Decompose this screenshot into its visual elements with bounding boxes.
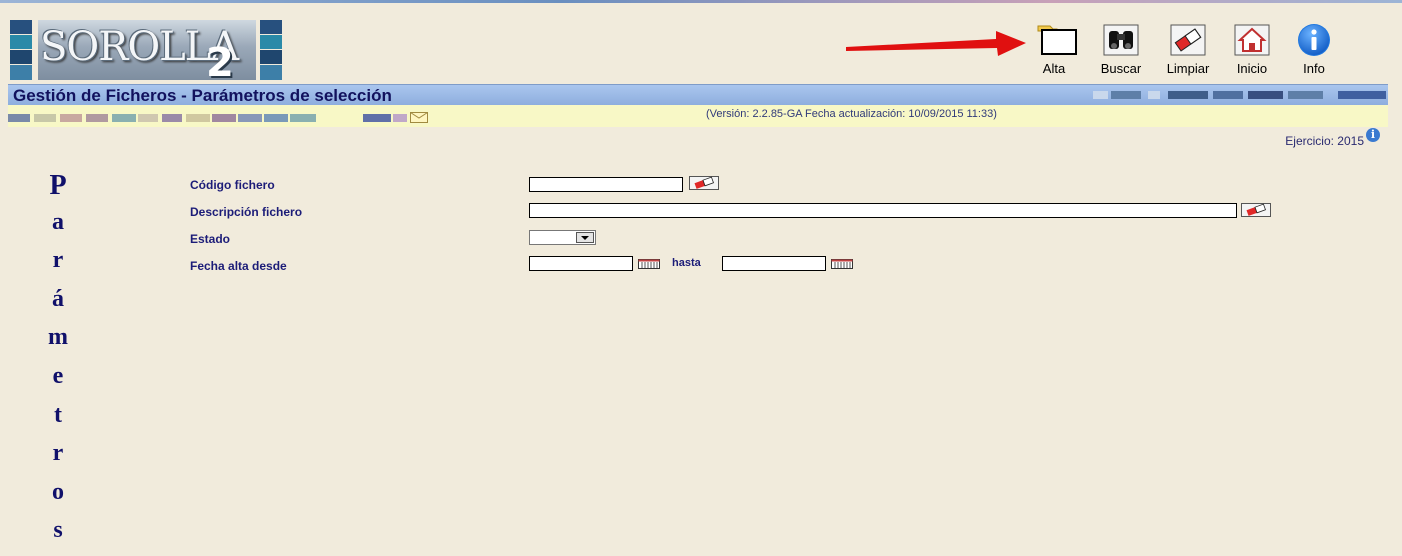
vertical-title: P a r á m e t r o s xyxy=(48,170,68,544)
limpiar-button[interactable]: Limpiar xyxy=(1158,22,1218,76)
binoculars-icon xyxy=(1101,22,1141,58)
info-bar: (Versión: 2.2.85-GA Fecha actualización:… xyxy=(8,105,1388,127)
info-button[interactable]: Info xyxy=(1284,22,1344,76)
page-title: Gestión de Ficheros - Parámetros de sele… xyxy=(13,86,392,105)
estado-select[interactable] xyxy=(529,230,596,245)
fecha-alta-desde-label: Fecha alta desde xyxy=(190,259,287,273)
chevron-down-icon[interactable] xyxy=(576,232,594,243)
hasta-label: hasta xyxy=(672,257,701,269)
clear-codigo-eraser-icon[interactable] xyxy=(689,176,719,190)
logo-number: 2 xyxy=(206,40,234,86)
codigo-fichero-label: Código fichero xyxy=(190,178,275,192)
alta-button[interactable]: Alta xyxy=(1024,22,1084,76)
fecha-desde-input[interactable] xyxy=(529,256,633,271)
descripcion-fichero-label: Descripción fichero xyxy=(190,205,303,219)
info-icon xyxy=(1294,22,1334,58)
buscar-button[interactable]: Buscar xyxy=(1091,22,1151,76)
codigo-fichero-input[interactable] xyxy=(529,177,683,192)
version-text: (Versión: 2.2.85-GA Fecha actualización:… xyxy=(706,108,997,120)
fecha-hasta-input[interactable] xyxy=(722,256,826,271)
inicio-button[interactable]: Inicio xyxy=(1222,22,1282,76)
clear-descripcion-eraser-icon[interactable] xyxy=(1241,203,1271,217)
sorolla-logo: SOROLLA 2 xyxy=(10,20,282,86)
descripcion-fichero-input[interactable] xyxy=(529,203,1237,218)
ejercicio-label: Ejercicio: 2015 xyxy=(1285,134,1364,148)
calendar-desde-icon[interactable] xyxy=(638,259,660,269)
home-icon xyxy=(1232,22,1272,58)
red-arrow-annotation xyxy=(846,31,1026,56)
calendar-hasta-icon[interactable] xyxy=(831,259,853,269)
eraser-icon xyxy=(1168,22,1208,58)
title-bar: Gestión de Ficheros - Parámetros de sele… xyxy=(8,84,1388,105)
window-top-line xyxy=(0,0,1402,3)
estado-label: Estado xyxy=(190,232,231,246)
folder-icon xyxy=(1034,22,1077,58)
info-small-icon[interactable]: i xyxy=(1366,128,1380,142)
mail-icon[interactable] xyxy=(410,112,428,123)
